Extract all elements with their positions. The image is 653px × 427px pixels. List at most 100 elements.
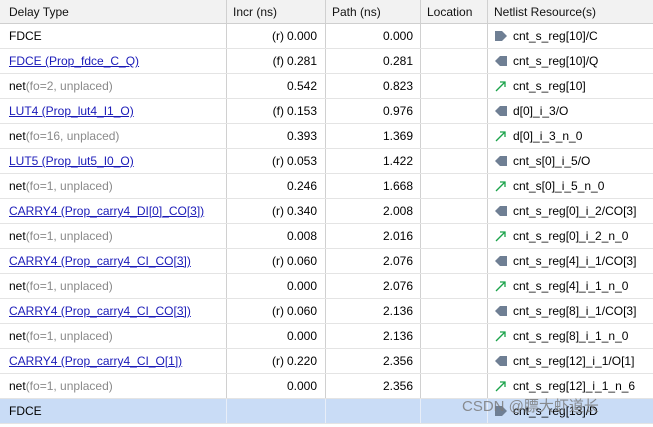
edge-indicator: (r) bbox=[271, 154, 284, 168]
table-row[interactable]: net (fo=1, unplaced) 0.246 1.668 cnt_s[0]_i… bbox=[0, 174, 653, 199]
delay-type-cell: CARRY4 (Prop_carry4_DI[0]_CO[3]) bbox=[0, 199, 227, 223]
col-header-path[interactable]: Path (ns) bbox=[326, 0, 421, 23]
pin-out-icon bbox=[494, 154, 508, 168]
table-row[interactable]: net (fo=1, unplaced) 0.008 2.016 cnt_s_reg[… bbox=[0, 224, 653, 249]
table-row[interactable]: net (fo=16, unplaced) 0.393 1.369 d[0]_i_3_… bbox=[0, 124, 653, 149]
col-header-netlist-resources[interactable]: Netlist Resource(s) bbox=[488, 0, 653, 23]
incr-value: 0.000 bbox=[286, 29, 317, 43]
edge-indicator: (r) bbox=[271, 354, 284, 368]
location-value bbox=[421, 299, 488, 323]
table-header: Delay Type Incr (ns) Path (ns) Location … bbox=[0, 0, 653, 24]
delay-type-text: FDCE bbox=[9, 404, 42, 418]
pin-out-icon bbox=[494, 354, 508, 368]
pin-in-icon bbox=[494, 29, 508, 43]
path-value: 1.369 bbox=[326, 124, 421, 148]
location-value bbox=[421, 149, 488, 173]
netlist-resource-name: cnt_s_reg[0]_i_2_n_0 bbox=[513, 229, 629, 243]
col-header-delay-type[interactable]: Delay Type bbox=[0, 0, 227, 23]
incr-cell: 0.393 bbox=[227, 124, 326, 148]
delay-type-link[interactable]: CARRY4 (Prop_carry4_DI[0]_CO[3]) bbox=[9, 204, 204, 218]
path-value: 1.668 bbox=[326, 174, 421, 198]
edge-indicator: (r) bbox=[271, 304, 284, 318]
delay-type-link[interactable]: CARRY4 (Prop_carry4_CI_CO[3]) bbox=[9, 254, 191, 268]
incr-value: 0.000 bbox=[286, 379, 317, 393]
incr-cell bbox=[227, 399, 326, 423]
netlist-resource-cell: cnt_s_reg[4]_i_1_n_0 bbox=[488, 274, 653, 298]
watermark: CSDN @膘大虾道长 bbox=[462, 398, 599, 415]
netlist-resource-cell: d[0]_i_3/O bbox=[488, 99, 653, 123]
table-row[interactable]: CARRY4 (Prop_carry4_CI_O[1]) (r) 0.220 2.35… bbox=[0, 349, 653, 374]
delay-type-cell: FDCE bbox=[0, 399, 227, 423]
path-value: 2.136 bbox=[326, 299, 421, 323]
net-arrow-icon bbox=[494, 179, 508, 193]
path-value: 2.136 bbox=[326, 324, 421, 348]
delay-type-text: net bbox=[9, 379, 26, 393]
edge-indicator: (r) bbox=[271, 254, 284, 268]
delay-type-cell: CARRY4 (Prop_carry4_CI_O[1]) bbox=[0, 349, 227, 373]
col-header-location[interactable]: Location bbox=[421, 0, 488, 23]
incr-value: 0.053 bbox=[286, 154, 317, 168]
incr-cell: (r) 0.060 bbox=[227, 299, 326, 323]
location-value bbox=[421, 324, 488, 348]
netlist-resource-cell: cnt_s_reg[4]_i_1/CO[3] bbox=[488, 249, 653, 273]
table-row[interactable]: CARRY4 (Prop_carry4_CI_CO[3]) (r) 0.060 2.0… bbox=[0, 249, 653, 274]
path-value bbox=[326, 399, 421, 423]
location-value bbox=[421, 24, 488, 48]
location-value bbox=[421, 349, 488, 373]
path-value: 2.076 bbox=[326, 274, 421, 298]
incr-cell: (r) 0.060 bbox=[227, 249, 326, 273]
incr-value: 0.060 bbox=[286, 254, 317, 268]
delay-type-cell: net (fo=1, unplaced) bbox=[0, 224, 227, 248]
incr-cell: (r) 0.220 bbox=[227, 349, 326, 373]
delay-type-link[interactable]: FDCE (Prop_fdce_C_Q) bbox=[9, 54, 139, 68]
delay-type-text: net bbox=[9, 229, 26, 243]
table-row[interactable]: CARRY4 (Prop_carry4_CI_CO[3]) (r) 0.060 2.1… bbox=[0, 299, 653, 324]
delay-type-link[interactable]: LUT4 (Prop_lut4_I1_O) bbox=[9, 104, 134, 118]
netlist-resource-name: cnt_s_reg[4]_i_1_n_0 bbox=[513, 279, 629, 293]
path-value: 2.016 bbox=[326, 224, 421, 248]
table-row[interactable]: net (fo=2, unplaced) 0.542 0.823 cnt_s_reg[… bbox=[0, 74, 653, 99]
pin-out-icon bbox=[494, 204, 508, 218]
netlist-resource-name: d[0]_i_3/O bbox=[513, 104, 569, 118]
table-row[interactable]: LUT4 (Prop_lut4_I1_O) (f) 0.153 0.976 d[0]_i… bbox=[0, 99, 653, 124]
delay-type-text: net bbox=[9, 279, 26, 293]
incr-value: 0.153 bbox=[286, 104, 317, 118]
incr-cell: 0.000 bbox=[227, 274, 326, 298]
delay-type-link[interactable]: CARRY4 (Prop_carry4_CI_O[1]) bbox=[9, 354, 182, 368]
delay-type-cell: net (fo=16, unplaced) bbox=[0, 124, 227, 148]
netlist-resource-cell: cnt_s_reg[8]_i_1_n_0 bbox=[488, 324, 653, 348]
netlist-resource-name: cnt_s_reg[12]_i_1/O[1] bbox=[513, 354, 635, 368]
table-row[interactable]: FDCE (r) 0.000 0.000 cnt_s_reg[10]/C bbox=[0, 24, 653, 49]
net-arrow-icon bbox=[494, 129, 508, 143]
delay-type-cell: FDCE (Prop_fdce_C_Q) bbox=[0, 49, 227, 73]
incr-cell: (f) 0.281 bbox=[227, 49, 326, 73]
delay-type-text: FDCE bbox=[9, 29, 42, 43]
table-row[interactable]: net (fo=1, unplaced) 0.000 2.076 cnt_s_reg[… bbox=[0, 274, 653, 299]
delay-type-link[interactable]: CARRY4 (Prop_carry4_CI_CO[3]) bbox=[9, 304, 191, 318]
incr-value: 0.220 bbox=[286, 354, 317, 368]
delay-type-text: net bbox=[9, 329, 26, 343]
incr-value: 0.340 bbox=[286, 204, 317, 218]
pin-out-icon bbox=[494, 254, 508, 268]
table-row[interactable]: LUT5 (Prop_lut5_I0_O) (r) 0.053 1.422 cnt_s[… bbox=[0, 149, 653, 174]
table-row[interactable]: FDCE (Prop_fdce_C_Q) (f) 0.281 0.281 cnt_s_r… bbox=[0, 49, 653, 74]
netlist-resource-name: cnt_s[0]_i_5_n_0 bbox=[513, 179, 605, 193]
delay-type-cell: LUT4 (Prop_lut4_I1_O) bbox=[0, 99, 227, 123]
incr-value: 0.008 bbox=[286, 229, 317, 243]
delay-type-text: net bbox=[9, 179, 26, 193]
col-header-incr[interactable]: Incr (ns) bbox=[227, 0, 326, 23]
netlist-resource-name: cnt_s_reg[12]_i_1_n_6 bbox=[513, 379, 636, 393]
location-value bbox=[421, 274, 488, 298]
netlist-resource-name: cnt_s_reg[4]_i_1/CO[3] bbox=[513, 254, 637, 268]
netlist-resource-cell: cnt_s_reg[10]/Q bbox=[488, 49, 653, 73]
netlist-resource-cell: cnt_s_reg[10] bbox=[488, 74, 653, 98]
net-arrow-icon bbox=[494, 379, 508, 393]
delay-type-link[interactable]: LUT5 (Prop_lut5_I0_O) bbox=[9, 154, 134, 168]
fanout-text: (fo=1, unplaced) bbox=[25, 179, 113, 193]
delay-type-text: net bbox=[9, 129, 26, 143]
table-row[interactable]: CARRY4 (Prop_carry4_DI[0]_CO[3]) (r) 0.340… bbox=[0, 199, 653, 224]
table-row[interactable]: net (fo=1, unplaced) 0.000 2.136 cnt_s_reg[… bbox=[0, 324, 653, 349]
net-arrow-icon bbox=[494, 279, 508, 293]
delay-type-cell: net (fo=1, unplaced) bbox=[0, 374, 227, 398]
netlist-resource-cell: d[0]_i_3_n_0 bbox=[488, 124, 653, 148]
